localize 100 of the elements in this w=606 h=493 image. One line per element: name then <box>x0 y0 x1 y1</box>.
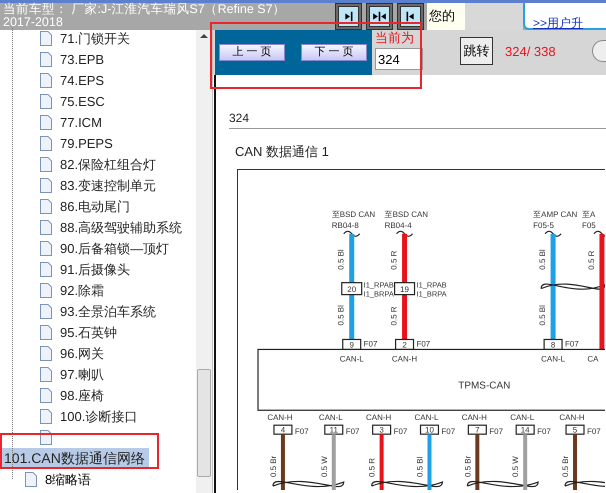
wire-gauge-label: 0.5 Br <box>463 456 472 478</box>
connector-label: F07 <box>586 427 601 436</box>
wire-gauge-label: 0.5 Bl <box>336 249 346 270</box>
wire-break-icon <box>343 230 360 237</box>
tree-item[interactable]: 97.喇叭 <box>60 364 104 384</box>
wire-destination-label: 至AMP CAN <box>533 210 578 219</box>
document-icon <box>25 472 37 487</box>
current-page-label: 当前为 <box>375 30 415 46</box>
tree-item[interactable]: 95.石英钟 <box>60 322 118 342</box>
connector-label: F05-5 <box>533 220 554 230</box>
connector-label: F05 <box>582 220 596 230</box>
wire-destination-label: 至A <box>582 210 596 219</box>
pin-number: 9 <box>350 340 354 350</box>
connector-label: F07 <box>489 427 504 436</box>
panel-toggle-button[interactable] <box>397 3 424 30</box>
document-icon <box>40 325 52 340</box>
previous-page-button[interactable]: 上 一 页 <box>219 44 285 61</box>
page-number: 324 <box>229 111 250 125</box>
scroll-up-icon[interactable] <box>200 34 208 38</box>
pin-number: 3 <box>379 426 384 435</box>
pin-number: 8 <box>550 340 556 350</box>
panel-toggle-button[interactable] <box>335 3 362 30</box>
inline-connector <box>394 282 416 296</box>
tree-item[interactable]: 73.EPB <box>60 50 104 70</box>
panel-toggle-button[interactable] <box>366 3 393 30</box>
tree-item[interactable]: 8缩略语 <box>45 470 92 490</box>
pin-connector <box>468 424 487 435</box>
tree-item[interactable]: 90.后备箱锁—顶灯 <box>60 238 170 258</box>
document-icon <box>40 94 52 109</box>
document-icon <box>40 262 52 277</box>
jump-button[interactable]: 跳转 <box>460 37 493 65</box>
vehicle-model-title: 当前车型： 厂家:J-江淮汽车瑞风S7（Refine S7） 2017-2018 <box>2 3 287 30</box>
document-icon <box>40 283 52 298</box>
document-icon <box>40 409 52 424</box>
connector-label: F07 <box>441 427 456 436</box>
pin-number: 4 <box>280 426 286 435</box>
document-icon <box>40 52 52 67</box>
signal-label: CAN-H <box>392 354 418 364</box>
tree-item[interactable]: 77.ICM <box>60 112 102 132</box>
pin-number: 2 <box>402 340 407 350</box>
connector-label: F07 <box>394 427 408 436</box>
tree-item[interactable]: 100.诊断接口 <box>60 406 138 426</box>
tree-item[interactable]: 75.ESC <box>60 92 105 112</box>
inline-connector <box>341 282 362 296</box>
signal-label: CAN-L <box>414 413 438 422</box>
tree-item[interactable]: 98.座椅 <box>60 386 104 406</box>
connector-label: F07 <box>565 339 579 348</box>
tree-item[interactable]: 92.除霜 <box>60 280 104 300</box>
next-page-button[interactable]: 下 一 页 <box>301 44 367 61</box>
connector-label: F07 <box>416 339 430 348</box>
zoom-out-icon[interactable] <box>592 40 606 62</box>
greeting-text: 您的 <box>427 3 465 30</box>
tree-item[interactable]: 83.变速控制单元 <box>60 176 156 196</box>
tree-item[interactable]: 93.全景泊车系统 <box>60 302 156 322</box>
signal-label: CAN-H <box>559 413 585 422</box>
signal-label: CAN-H <box>267 413 293 422</box>
pin-connector <box>544 338 563 350</box>
tree-item[interactable]: 86.电动尾门 <box>60 196 130 216</box>
document-icon <box>40 388 52 403</box>
pin-number: 7 <box>475 426 480 435</box>
wire-destination-label: 至BSD CAN <box>384 210 428 219</box>
pin-connector <box>273 424 292 435</box>
wire-gauge-label: 0.5 R <box>586 250 596 270</box>
scrollbar[interactable] <box>196 30 212 493</box>
document-icon <box>40 241 52 256</box>
signal-label: CAN-H <box>462 413 487 422</box>
module-label: TPMS-CAN <box>458 380 510 392</box>
wire-gauge-label: 0.5 Bl <box>336 305 346 326</box>
pin-number: 19 <box>400 285 409 294</box>
connector-label: F07 <box>294 427 309 436</box>
wire-gauge-label: 0.5 W <box>511 456 520 478</box>
tree-item[interactable]: 91.后摄像头 <box>60 260 130 280</box>
document-icon <box>40 367 52 382</box>
pin-number: 10 <box>425 426 434 435</box>
wire-gauge-label: 0.5 R <box>390 250 399 270</box>
tree-item[interactable]: 96.网关 <box>60 344 104 364</box>
tree-item[interactable]: 74.EPS <box>60 70 104 90</box>
wire-gauge-label: 0.5 W <box>320 456 329 478</box>
document-icon <box>40 73 52 88</box>
tree-item[interactable]: 71.门锁开关 <box>60 28 130 48</box>
pin-connector <box>516 424 535 435</box>
wire-gauge-label: 0.5 R <box>368 458 377 478</box>
document-icon <box>40 346 52 361</box>
twist-loop <box>564 480 605 488</box>
wire-destination-label: 至BSD CAN <box>332 210 376 219</box>
connector-label: F07 <box>346 427 360 436</box>
scrollbar-thumb[interactable] <box>197 369 211 477</box>
document-icon <box>40 199 52 214</box>
wire-break-icon <box>544 230 562 237</box>
tree-item[interactable]: 82.保险杠组合灯 <box>60 154 156 174</box>
document-icon <box>40 220 52 235</box>
page-number-field[interactable]: 324 <box>375 48 423 70</box>
connector-label: F07 <box>537 427 551 436</box>
wire-break-icon <box>594 230 605 237</box>
connector-label: F07 <box>364 339 378 348</box>
wire-break-icon <box>396 230 413 237</box>
tree-item[interactable]: 88.高级驾驶辅助系统 <box>60 218 182 238</box>
upgrade-link[interactable]: >>用户升 <box>533 16 584 30</box>
tree-item[interactable]: 79.PEPS <box>60 134 113 154</box>
signal-label: CAN-L <box>541 354 566 364</box>
